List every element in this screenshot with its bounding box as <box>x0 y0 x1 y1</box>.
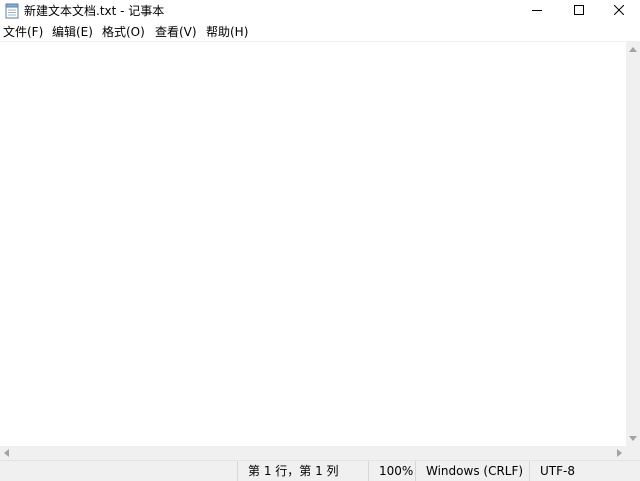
menu-file[interactable]: 文件(F) <box>3 25 43 40</box>
minimize-icon <box>532 4 542 18</box>
close-button[interactable] <box>596 0 640 22</box>
menu-view[interactable]: 查看(V) <box>155 25 197 40</box>
text-editor-area[interactable] <box>0 42 626 446</box>
scroll-down-icon[interactable] <box>629 436 637 441</box>
menu-format[interactable]: 格式(O) <box>102 25 145 40</box>
line-ending: Windows (CRLF) <box>415 461 529 481</box>
text-editor[interactable] <box>0 42 626 446</box>
zoom-level: 100% <box>368 461 415 481</box>
scroll-left-icon[interactable] <box>4 449 9 457</box>
menu-help[interactable]: 帮助(H) <box>206 25 248 40</box>
scroll-right-icon[interactable] <box>617 449 622 457</box>
vertical-scrollbar[interactable] <box>626 42 640 446</box>
status-bar: 第 1 行，第 1 列 100% Windows (CRLF) UTF-8 <box>0 460 640 481</box>
cursor-position: 第 1 行，第 1 列 <box>237 461 368 481</box>
scroll-up-icon[interactable] <box>629 47 637 52</box>
window-title: 新建文本文档.txt - 记事本 <box>24 4 165 18</box>
encoding: UTF-8 <box>529 461 640 481</box>
close-icon <box>613 4 625 18</box>
menu-edit[interactable]: 编辑(E) <box>52 25 93 40</box>
maximize-icon <box>574 4 584 18</box>
notepad-icon <box>5 3 19 19</box>
title-bar[interactable]: 新建文本文档.txt - 记事本 <box>0 0 640 22</box>
menu-bar: 文件(F) 编辑(E) 格式(O) 查看(V) 帮助(H) <box>0 22 640 42</box>
horizontal-scrollbar[interactable] <box>0 446 626 460</box>
scrollbar-corner <box>626 446 640 460</box>
minimize-button[interactable] <box>514 0 560 22</box>
